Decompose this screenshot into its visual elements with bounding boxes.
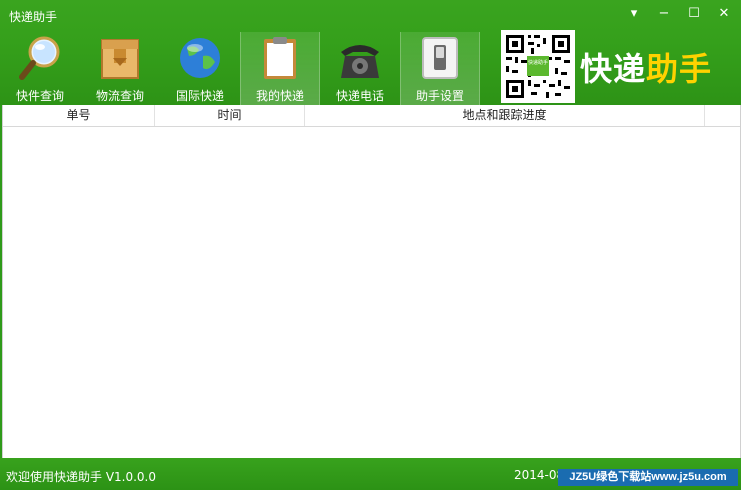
title-bar: 快递助手 ▾ − ☐ ✕ 快件查询 物流查询 国际快递 我的快递 快递电话 助手… [0, 0, 741, 105]
table-header: 单号 时间 地点和跟踪进度 [3, 105, 740, 127]
column-header-location-progress[interactable]: 地点和跟踪进度 [305, 105, 705, 126]
toolbar-item-express-phone[interactable]: 快递电话 [320, 32, 400, 105]
brand-text-part1: 快递 [580, 51, 647, 87]
toolbar-item-label: 物流查询 [95, 89, 144, 103]
window-title: 快递助手 [9, 10, 58, 24]
toolbar-item-logistics-query[interactable]: 物流查询 [80, 32, 160, 105]
toolbar-item-package-query[interactable]: 快件查询 [0, 32, 80, 105]
column-header-filler [705, 105, 740, 126]
list-view[interactable]: 单号 时间 地点和跟踪进度 [2, 105, 741, 458]
minimize-button[interactable]: − [653, 4, 675, 22]
column-header-time[interactable]: 时间 [155, 105, 305, 126]
brand-logo: 快递助手 [580, 44, 712, 90]
maximize-button[interactable]: ☐ [683, 4, 705, 22]
qr-code [501, 30, 575, 103]
status-welcome-text: 欢迎使用快递助手 V1.0.0.0 [6, 470, 157, 484]
telephone-icon [341, 45, 379, 78]
globe-icon [180, 38, 220, 78]
toolbar-item-label: 国际快递 [175, 89, 224, 103]
column-header-tracking-number[interactable]: 单号 [3, 105, 155, 126]
clipboard-icon [264, 37, 296, 79]
qr-center-label: 快递助手 [527, 60, 548, 66]
window-controls: ▾ − ☐ ✕ [623, 4, 735, 22]
brand-text-part2: 助手 [646, 51, 713, 87]
magnifier-icon [19, 36, 60, 80]
toolbar-item-assistant-settings[interactable]: 助手设置 [400, 32, 480, 105]
status-date: 2014-08 [514, 468, 565, 482]
main-toolbar: 快件查询 物流查询 国际快递 我的快递 快递电话 助手设置 [0, 32, 480, 105]
box-icon [101, 39, 139, 79]
toolbar-item-label: 快递电话 [335, 89, 384, 103]
toolbar-item-label: 助手设置 [415, 89, 464, 103]
close-button[interactable]: ✕ [713, 4, 735, 22]
toolbar-item-label: 快件查询 [15, 89, 64, 103]
menu-dropdown-button[interactable]: ▾ [623, 4, 645, 22]
toolbar-item-my-express[interactable]: 我的快递 [240, 32, 320, 105]
switch-icon [422, 37, 458, 79]
app-window: 快递助手 ▾ − ☐ ✕ 快件查询 物流查询 国际快递 我的快递 快递电话 助手… [0, 0, 741, 490]
toolbar-item-international-express[interactable]: 国际快递 [160, 32, 240, 105]
toolbar-item-label: 我的快递 [255, 89, 304, 103]
site-watermark: JZ5U绿色下载站www.jz5u.com [558, 469, 738, 486]
